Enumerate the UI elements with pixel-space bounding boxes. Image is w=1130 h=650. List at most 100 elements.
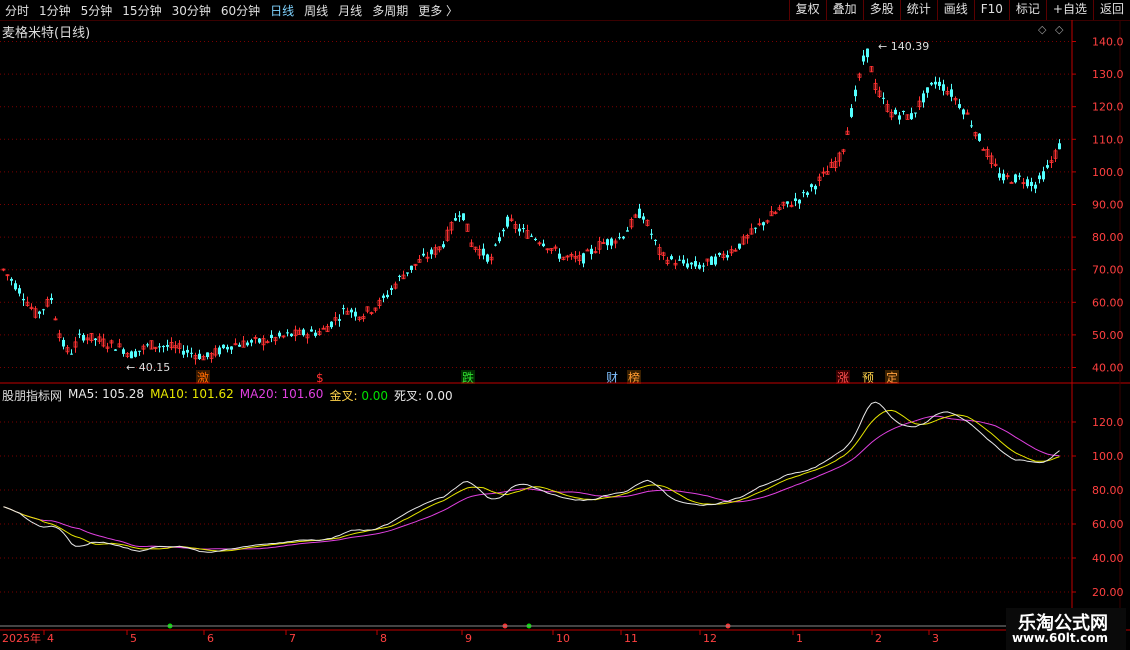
candle-body	[837, 152, 842, 162]
indicator-name[interactable]: 股朋指标网	[2, 387, 62, 404]
candle-body	[469, 242, 474, 247]
event-marker-bg	[461, 370, 475, 384]
candle-body	[938, 81, 941, 86]
candle-body	[882, 97, 885, 99]
toolbar-button-3[interactable]: 统计	[899, 0, 937, 20]
candle-body	[141, 345, 146, 350]
candle-body	[317, 331, 322, 335]
toolbar-button-5[interactable]: F10	[973, 0, 1009, 20]
diamond-icon[interactable]: ◇	[1038, 23, 1046, 36]
candle-body	[673, 262, 678, 266]
candle-body	[38, 311, 41, 314]
candle-body	[321, 327, 326, 330]
candle-body	[166, 345, 169, 347]
candle-body	[45, 298, 50, 307]
candle-body	[1026, 179, 1029, 187]
candle-body	[138, 350, 141, 352]
toolbar-button-2[interactable]: 多股	[862, 0, 900, 20]
candle-body	[270, 334, 273, 339]
candle-body	[65, 347, 70, 353]
candle-body	[253, 336, 258, 339]
candle-body	[542, 243, 545, 247]
candle-body	[989, 155, 994, 165]
candle-body	[393, 283, 398, 289]
main-y-label: 120.0	[1092, 101, 1124, 114]
candle-body	[406, 272, 409, 274]
period-tab-0[interactable]: 分时	[0, 2, 34, 19]
period-tab-6[interactable]: 日线	[265, 2, 299, 19]
candle-body	[57, 333, 62, 339]
candle-body	[149, 340, 154, 350]
candle-body	[390, 288, 393, 290]
candle-body	[281, 335, 286, 338]
toolbar-button-7[interactable]: +自选	[1045, 0, 1093, 20]
candle-body	[794, 198, 797, 201]
candle-body	[101, 338, 106, 347]
candle-body	[425, 256, 430, 259]
candle-body	[569, 254, 574, 257]
period-tab-10[interactable]: 更多 〉	[413, 2, 463, 19]
x-axis-label: 5	[130, 632, 137, 645]
candle-body	[694, 261, 697, 267]
candle-body	[462, 213, 465, 221]
period-tab-2[interactable]: 5分钟	[76, 2, 118, 19]
candle-body	[442, 244, 445, 248]
period-tab-8[interactable]: 月线	[333, 2, 367, 19]
period-tab-3[interactable]: 15分钟	[117, 2, 166, 19]
toolbar-button-0[interactable]: 复权	[788, 0, 826, 20]
candle-body	[122, 349, 125, 354]
candle-body	[670, 256, 673, 260]
period-tab-5[interactable]: 60分钟	[216, 2, 265, 19]
candle-body	[22, 298, 25, 301]
period-tab-1[interactable]: 1分钟	[34, 2, 76, 19]
ind-y-label: 100.0	[1092, 450, 1124, 463]
candle-body	[970, 125, 973, 127]
toolbar-button-8[interactable]: 返回	[1092, 0, 1130, 20]
candle-body	[862, 55, 865, 62]
candle-body	[998, 173, 1001, 178]
candle-body	[854, 89, 857, 97]
candle-body	[50, 297, 53, 301]
x-axis-label: 2	[875, 632, 882, 645]
candle-body	[650, 233, 653, 235]
candle-body	[494, 244, 497, 246]
candle-body	[558, 253, 561, 259]
candle-body	[433, 247, 438, 255]
candle-body	[518, 228, 521, 232]
candle-body	[678, 259, 681, 261]
candle-body	[845, 130, 850, 136]
candle-body	[1058, 143, 1061, 150]
candle-body	[781, 201, 786, 206]
candle-body	[302, 329, 305, 336]
x-axis-label: 10	[556, 632, 570, 645]
period-tab-9[interactable]: 多周期	[367, 2, 413, 19]
candle-body	[629, 219, 634, 228]
period-tab-7[interactable]: 周线	[299, 2, 333, 19]
candle-body	[902, 110, 905, 113]
period-tab-4[interactable]: 30分钟	[167, 2, 216, 19]
toolbar-button-6[interactable]: 标记	[1008, 0, 1046, 20]
toolbar-button-1[interactable]: 叠加	[825, 0, 863, 20]
candle-body	[814, 185, 817, 190]
candle-body	[733, 249, 738, 252]
candle-body	[105, 346, 110, 349]
candle-body	[833, 161, 838, 169]
candle-body	[934, 81, 937, 85]
candle-body	[585, 249, 590, 252]
candle-body	[930, 82, 933, 85]
settings-icon[interactable]: ◇	[1055, 23, 1063, 36]
candle-body	[509, 218, 514, 222]
candle-body	[841, 149, 846, 152]
cross-signal-dot	[725, 623, 731, 629]
candle-body	[146, 344, 149, 346]
candle-body	[401, 274, 406, 280]
toolbar-button-4[interactable]: 画线	[936, 0, 974, 20]
candle-body	[622, 236, 625, 239]
candle-body	[665, 259, 670, 264]
ma5-line	[3, 401, 1060, 553]
candle-body	[190, 352, 193, 354]
candle-body	[278, 332, 281, 337]
candle-body	[94, 338, 97, 341]
x-axis-label: 4	[47, 632, 54, 645]
candle-body	[473, 246, 478, 250]
